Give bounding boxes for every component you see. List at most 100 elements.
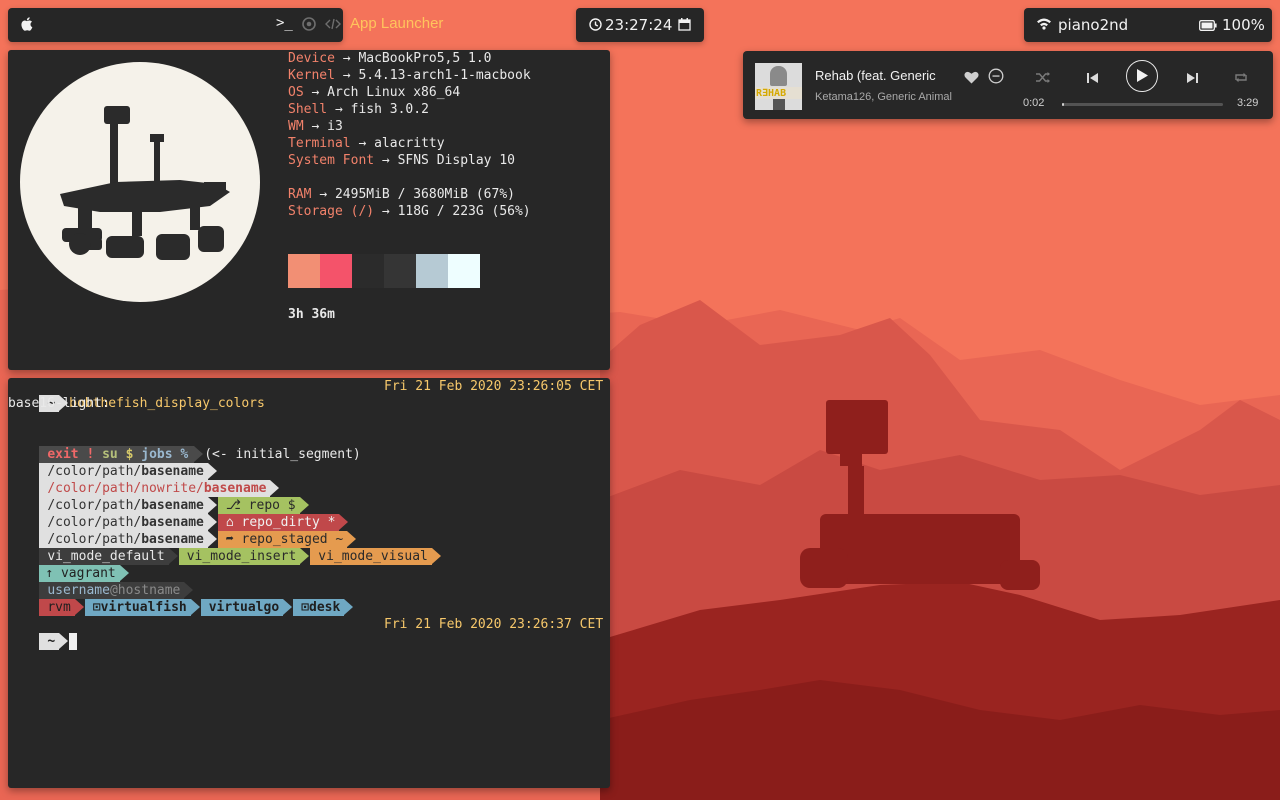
info-value: MacBookPro5,5 1.0 xyxy=(358,51,492,66)
info-row: System Font → SFNS Display 10 xyxy=(288,152,515,169)
info-arrow: → xyxy=(311,85,320,100)
user-host-line: username@hostname xyxy=(8,565,194,599)
vagrant-line: ↑ vagrant xyxy=(8,548,130,582)
color-swatch xyxy=(384,254,416,288)
app-dock: >_ xyxy=(8,8,343,42)
info-value: i3 xyxy=(327,119,343,134)
info-key: OS xyxy=(288,85,304,100)
battery-icon xyxy=(1199,19,1217,35)
album-art: R∃HAB xyxy=(755,63,802,110)
info-value: SFNS Display 10 xyxy=(397,153,515,168)
status-widget: piano2nd 100% xyxy=(1024,8,1272,42)
info-row: Shell → fish 3.0.2 xyxy=(288,101,429,118)
app-launcher-button[interactable]: App Launcher xyxy=(350,15,443,32)
repeat-icon[interactable] xyxy=(1233,69,1249,88)
elapsed-time: 0:02 xyxy=(1023,97,1045,109)
progress-fill xyxy=(1062,103,1064,106)
vi-mode-visual: vi_mode_visual xyxy=(310,548,441,565)
clock-widget[interactable]: 23:27:24 xyxy=(576,8,704,42)
info-arrow: → xyxy=(311,119,320,134)
active-prompt-line[interactable]: ~ xyxy=(8,616,78,650)
vi-mode-insert: vi_mode_insert xyxy=(178,548,309,565)
info-key: Storage (/) xyxy=(288,204,375,219)
info-row: Terminal → alacritty xyxy=(288,135,445,152)
shuffle-icon[interactable] xyxy=(1035,69,1051,88)
progress-bar[interactable] xyxy=(1062,103,1223,106)
info-key: WM xyxy=(288,119,304,134)
info-key: Shell xyxy=(288,102,328,117)
media-player: R∃HAB Rehab (feat. Generic Ketama126, Ge… xyxy=(743,51,1273,119)
vi-mode-line: vi_mode_default vi_mode_insert vi_mode_vis… xyxy=(8,531,442,565)
path-staged-line: /color/path/basename ➦ repo_staged ~ xyxy=(8,514,357,548)
path-line: /color/path/basename xyxy=(8,446,218,480)
color-swatch xyxy=(448,254,480,288)
info-key: System Font xyxy=(288,153,375,168)
info-arrow: → xyxy=(358,136,367,151)
output-header: base16-light: xyxy=(8,396,110,411)
info-key: Device xyxy=(288,51,335,66)
apple-icon[interactable] xyxy=(20,16,34,36)
info-key: RAM xyxy=(288,187,312,202)
info-row: Storage (/) → 118G / 223G (56%) xyxy=(288,203,531,220)
info-value: alacritty xyxy=(374,136,445,151)
env-line: rvm ⊡virtualfish virtualgo ⊡desk xyxy=(8,582,354,616)
remove-icon[interactable] xyxy=(988,68,1004,88)
info-row: Kernel → 5.4.13-arch1-1-macbook xyxy=(288,67,531,84)
color-swatch xyxy=(288,254,320,288)
path-dirty-line: /color/path/basename ⌂ repo_dirty * xyxy=(8,497,349,531)
info-value: 118G / 223G (56%) xyxy=(397,204,531,219)
network-name[interactable]: piano2nd xyxy=(1058,16,1128,34)
prompt-time: Fri 21 Feb 2020 23:26:05 CET xyxy=(384,379,604,394)
wifi-icon[interactable] xyxy=(1036,17,1052,34)
color-palette xyxy=(288,254,480,288)
rvm-segment: rvm xyxy=(39,599,85,616)
text-cursor xyxy=(69,633,78,650)
color-swatch xyxy=(352,254,384,288)
path-nowrite-line: /color/path/nowrite/basename xyxy=(8,463,280,497)
info-key: Kernel xyxy=(288,68,335,83)
play-button[interactable] xyxy=(1126,60,1158,92)
color-swatch xyxy=(320,254,352,288)
neofetch-window[interactable]: Device → MacBookPro5,5 1.0 Kernel → 5.4.1… xyxy=(8,50,610,370)
previous-track-icon[interactable] xyxy=(1086,69,1099,88)
heart-icon[interactable] xyxy=(964,69,979,88)
terminal-window[interactable]: ~ bobthefish_display_colors Fri 21 Feb 20… xyxy=(8,378,610,788)
clock-time: 23:27:24 xyxy=(605,16,673,34)
initial-segment-note: (<- initial_segment) xyxy=(204,447,361,462)
info-arrow: → xyxy=(381,153,390,168)
info-arrow: → xyxy=(342,51,351,66)
path-repo-line: /color/path/basename ⎇ repo $ xyxy=(8,480,310,514)
track-title: Rehab (feat. Generic xyxy=(815,68,936,83)
info-row: WM → i3 xyxy=(288,118,343,135)
album-lettering: R∃HAB xyxy=(756,88,787,99)
prompt-time: Fri 21 Feb 2020 23:26:37 CET xyxy=(384,617,604,632)
status-segment-line: exit ! su $ jobs % (<- initial_segment) xyxy=(8,429,361,463)
track-artist: Ketama126, Generic Animal xyxy=(815,91,952,103)
info-value: 5.4.13-arch1-1-macbook xyxy=(358,68,531,83)
info-row: RAM → 2495MiB / 3680MiB (67%) xyxy=(288,186,515,203)
virtualgo-segment: virtualgo xyxy=(200,599,293,616)
virtualfish-segment: ⊡virtualfish xyxy=(84,599,200,616)
info-arrow: → xyxy=(381,204,390,219)
clock-icon xyxy=(589,18,602,35)
info-value: fish 3.0.2 xyxy=(350,102,429,117)
prompt-dir: ~ xyxy=(39,633,68,650)
battery-percent: 100% xyxy=(1222,16,1265,34)
info-value: Arch Linux x86_64 xyxy=(327,85,461,100)
rover-logo xyxy=(20,62,260,302)
desk-segment: ⊡desk xyxy=(293,599,354,616)
info-arrow: → xyxy=(342,68,351,83)
next-track-icon[interactable] xyxy=(1186,69,1199,88)
info-value: 2495MiB / 3680MiB (67%) xyxy=(334,187,515,202)
color-swatch xyxy=(416,254,448,288)
terminal-icon[interactable]: >_ xyxy=(276,15,293,31)
calendar-icon[interactable] xyxy=(678,18,691,35)
code-icon[interactable] xyxy=(325,17,341,35)
chrome-icon[interactable] xyxy=(302,17,316,35)
info-key: Terminal xyxy=(288,136,351,151)
prompt-line: ~ bobthefish_display_colors xyxy=(8,378,265,412)
info-arrow: → xyxy=(334,102,343,117)
uptime: 3h 36m xyxy=(288,307,335,322)
total-time: 3:29 xyxy=(1237,97,1259,109)
info-row: Device → MacBookPro5,5 1.0 xyxy=(288,50,492,67)
